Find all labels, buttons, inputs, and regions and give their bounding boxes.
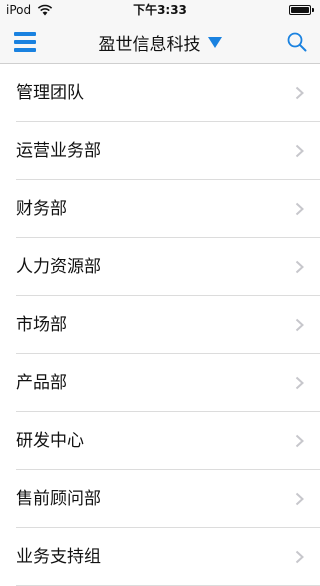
chevron-right-icon <box>295 260 304 274</box>
department-label: 市场部 <box>16 315 67 335</box>
department-list: 管理团队 运营业务部 财务部 人力资源部 市场部 产品部 研发中心 售前顾问部 … <box>0 64 320 586</box>
chevron-right-icon <box>295 144 304 158</box>
company-switcher[interactable]: 盈世信息科技 <box>0 20 320 64</box>
department-row[interactable]: 财务部 <box>0 180 320 238</box>
department-row[interactable]: 业务支持组 <box>0 528 320 586</box>
chevron-right-icon <box>295 376 304 390</box>
chevron-right-icon <box>295 318 304 332</box>
chevron-right-icon <box>295 202 304 216</box>
chevron-right-icon <box>295 434 304 448</box>
department-row[interactable]: 研发中心 <box>0 412 320 470</box>
department-label: 财务部 <box>16 199 67 219</box>
department-label: 研发中心 <box>16 431 84 451</box>
battery-tip <box>312 8 314 12</box>
nav-title: 盈世信息科技 <box>98 34 201 55</box>
department-label: 运营业务部 <box>16 141 101 161</box>
department-label: 售前顾问部 <box>16 489 101 509</box>
department-row[interactable]: 市场部 <box>0 296 320 354</box>
battery-level <box>291 7 309 13</box>
status-time: 下午3:33 <box>133 3 187 17</box>
chevron-right-icon <box>295 492 304 506</box>
search-icon[interactable] <box>286 31 308 53</box>
department-label: 业务支持组 <box>16 547 101 567</box>
chevron-right-icon <box>295 550 304 564</box>
department-row[interactable]: 人力资源部 <box>0 238 320 296</box>
status-bar: iPod 下午3:33 <box>0 0 320 20</box>
department-label: 人力资源部 <box>16 257 101 277</box>
department-row[interactable]: 管理团队 <box>0 64 320 122</box>
department-row[interactable]: 售前顾问部 <box>0 470 320 528</box>
department-row[interactable]: 产品部 <box>0 354 320 412</box>
department-label: 产品部 <box>16 373 67 393</box>
chevron-right-icon <box>295 86 304 100</box>
battery-icon <box>289 5 311 15</box>
department-label: 管理团队 <box>16 83 84 103</box>
navigation-bar: 盈世信息科技 <box>0 20 320 64</box>
triangle-down-icon <box>207 36 222 48</box>
department-row[interactable]: 运营业务部 <box>0 122 320 180</box>
